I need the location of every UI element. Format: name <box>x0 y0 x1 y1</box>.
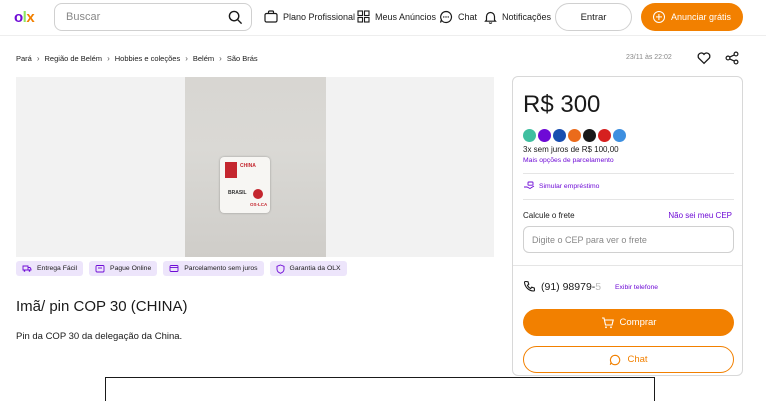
installments-text: 3x sem juros de R$ 100,00 <box>523 145 619 154</box>
show-phone-link[interactable]: Exibir telefone <box>615 284 658 291</box>
search-icon[interactable] <box>228 10 243 25</box>
grid-icon <box>357 10 370 23</box>
elo-icon <box>583 129 596 142</box>
pin-red-emblem <box>225 162 237 178</box>
phone-number: (91) 98979- 5 <box>523 280 601 293</box>
bell-icon <box>484 11 497 24</box>
cep-placeholder: Digite o CEP para ver o frete <box>532 235 647 245</box>
pin-text-bottom: OS-LCA <box>250 202 268 207</box>
shipping-label: Calcule o frete <box>523 211 575 220</box>
breadcrumb-item[interactable]: Belém <box>193 54 214 63</box>
nav-label: Plano Profissional <box>283 11 356 22</box>
offer-card: R$ 300 3x sem juros de R$ 100,00 Mais op… <box>512 76 743 376</box>
shield-icon <box>276 264 284 274</box>
badge-entrega-facil: Entrega Fácil <box>16 261 84 276</box>
chat-label: Chat <box>627 354 648 365</box>
breadcrumb: Pará › Região de Belém › Hobbies e coleçõe… <box>16 54 258 63</box>
mastercard-icon <box>568 129 581 142</box>
olx-logo[interactable]: olx <box>14 9 35 26</box>
truck-icon <box>22 265 32 272</box>
simulate-loan-label: Simular empréstimo <box>539 182 600 190</box>
search-placeholder: Buscar <box>66 11 101 23</box>
cep-help-link[interactable]: Não sei meu CEP <box>668 211 732 220</box>
divider <box>523 173 734 174</box>
visa-icon <box>553 129 566 142</box>
chevron-right-icon: › <box>185 54 188 63</box>
nav-label: Chat <box>458 12 478 22</box>
feature-badges: Entrega Fácil Pague Online Parcelamento … <box>16 261 353 276</box>
wallet-icon <box>95 265 105 273</box>
more-installments-link[interactable]: Mais opções de parcelamento <box>523 157 614 164</box>
publish-ad-button[interactable]: Anunciar grátis <box>641 3 743 31</box>
chat-icon <box>610 354 621 365</box>
share-icon[interactable] <box>725 51 739 65</box>
posted-date: 23/11 às 22:02 <box>626 54 672 61</box>
top-header: olx Buscar Plano Profissional Meus Anúnc… <box>0 0 766 36</box>
phone-icon <box>523 280 536 292</box>
nav-label: Notificações <box>502 12 552 22</box>
badge-label: Parcelamento sem juros <box>184 265 258 272</box>
chevron-right-icon: › <box>219 54 222 63</box>
buy-label: Comprar <box>619 317 657 328</box>
divider <box>513 265 742 266</box>
product-description: Pin da COP 30 da delegação da China. <box>16 331 183 342</box>
pix-icon <box>523 129 536 142</box>
badge-parcelamento: Parcelamento sem juros <box>163 261 264 276</box>
badge-label: Pague Online <box>110 265 152 272</box>
favorite-heart-icon[interactable] <box>697 51 711 65</box>
search-input[interactable]: Buscar <box>54 3 252 31</box>
breadcrumb-item[interactable]: Hobbies e coleções <box>115 54 180 63</box>
divider <box>523 199 734 200</box>
phone-masked: 5 <box>595 280 602 293</box>
nubank-icon <box>538 129 551 142</box>
badge-garantia: Garantia da OLX <box>269 261 347 276</box>
chat-icon <box>439 10 453 24</box>
card-icon <box>169 265 179 272</box>
cep-input[interactable]: Digite o CEP para ver o frete <box>523 226 734 253</box>
simulate-loan-link[interactable]: Simular empréstimo <box>523 181 599 191</box>
pin-text-top: CHINA <box>240 163 256 169</box>
amex-icon <box>613 129 626 142</box>
nav-label: Meus Anúncios <box>375 11 437 22</box>
payment-methods <box>523 129 628 142</box>
badge-pague-online: Pague Online <box>89 261 158 276</box>
breadcrumb-item[interactable]: Região de Belém <box>45 54 103 63</box>
hipercard-icon <box>598 129 611 142</box>
chevron-right-icon: › <box>107 54 110 63</box>
pin-text-middle: BRASIL <box>228 190 247 196</box>
breadcrumb-item[interactable]: São Brás <box>227 54 258 63</box>
money-hand-icon <box>524 181 535 190</box>
nav-meus-anuncios[interactable]: Meus Anúncios <box>357 10 436 23</box>
chat-button[interactable]: Chat <box>523 346 734 373</box>
plus-circle-icon <box>652 11 665 23</box>
buy-button[interactable]: Comprar <box>523 309 734 336</box>
nav-chat[interactable]: Chat <box>439 10 477 24</box>
nav-notificacoes[interactable]: Notificações <box>484 10 551 24</box>
briefcase-icon <box>264 10 278 23</box>
nav-plano-profissional[interactable]: Plano Profissional <box>264 10 355 23</box>
badge-label: Entrega Fácil <box>37 265 78 272</box>
ad-banner[interactable] <box>105 377 655 401</box>
phone-visible: (91) 98979- <box>541 280 596 293</box>
pin-red-circle <box>253 189 263 199</box>
badge-label: Garantia da OLX <box>289 265 341 272</box>
cart-icon <box>601 316 614 328</box>
publish-ad-label: Anunciar grátis <box>670 12 732 22</box>
product-title: Imã/ pin COP 30 (CHINA) <box>16 298 188 315</box>
chevron-right-icon: › <box>36 54 40 63</box>
breadcrumb-item[interactable]: Pará <box>16 54 32 63</box>
login-button[interactable]: Entrar <box>555 3 632 31</box>
price: R$ 300 <box>523 91 601 118</box>
pin-image: CHINA BRASIL OS-LCA <box>220 157 270 213</box>
